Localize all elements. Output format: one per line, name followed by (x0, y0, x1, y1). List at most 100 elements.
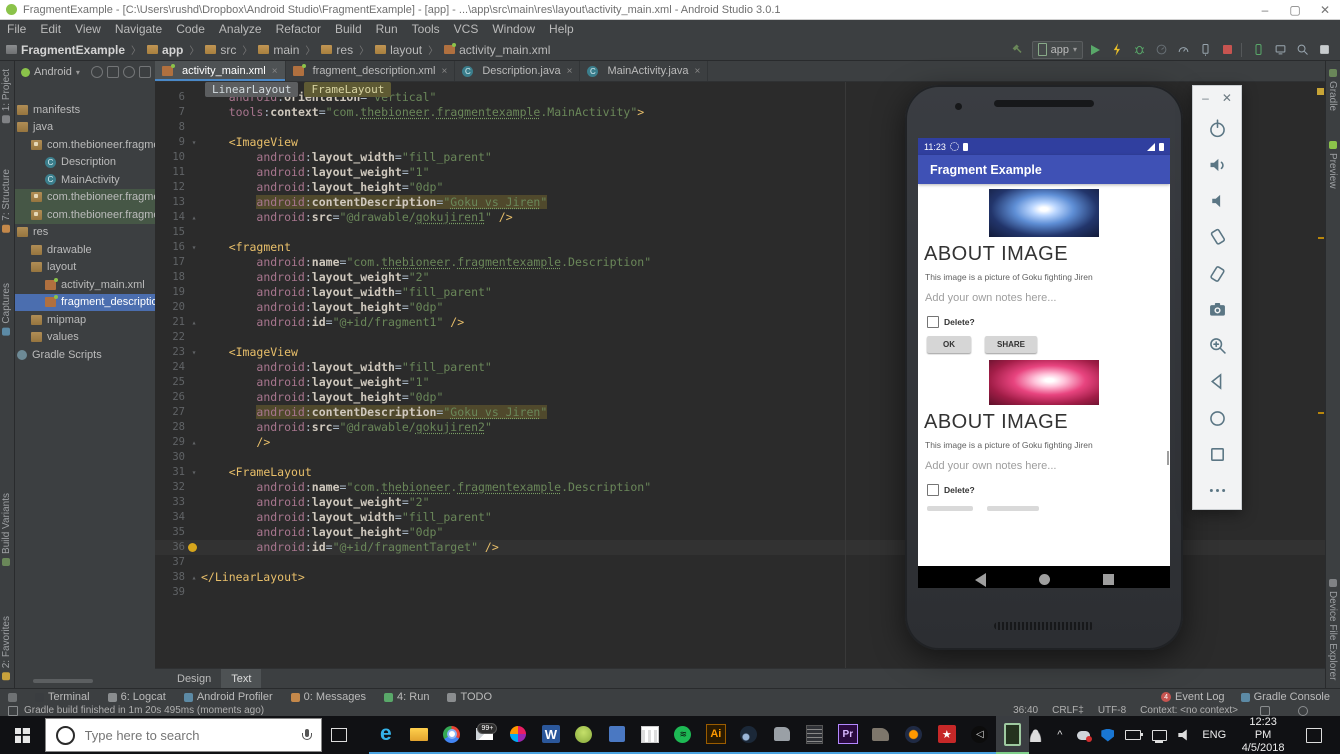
toolbar-search-everywhere-button[interactable] (1292, 41, 1312, 59)
toolwindow-4-run[interactable]: 4: Run (384, 691, 429, 703)
minimize-button[interactable]: – (1250, 0, 1280, 20)
tray-cloudx-icon[interactable] (1077, 730, 1093, 742)
taskbar-app-paint[interactable] (501, 716, 535, 754)
close-tab-icon[interactable]: × (567, 66, 573, 77)
taskbar-app-game-1[interactable] (765, 716, 799, 754)
emulator-minimize-button[interactable]: – (1202, 91, 1209, 105)
gradle-daemon-icon[interactable] (1298, 705, 1308, 716)
tray-network-icon[interactable] (1152, 729, 1168, 743)
tray-hidden-icons-icon[interactable]: ^ (1053, 729, 1066, 742)
taskbar-app-spotify[interactable]: ≋ (666, 716, 700, 754)
taskbar-app-game-2[interactable] (864, 716, 898, 754)
emulator-volume-up-button[interactable] (1192, 146, 1242, 182)
emulator-zoom-button[interactable] (1192, 328, 1242, 364)
tray-battery-icon[interactable] (1125, 730, 1144, 740)
stripe-item-1-project[interactable]: 1: Project (1, 69, 12, 124)
language-indicator[interactable]: ENG (1202, 729, 1226, 741)
microphone-icon[interactable] (302, 728, 313, 742)
tab-design[interactable]: Design (167, 669, 221, 688)
toolwindow-0-messages[interactable]: 0: Messages (290, 691, 366, 703)
breadcrumb-layout[interactable]: layout (375, 43, 422, 57)
toolbar-profiler-button[interactable] (1173, 41, 1193, 59)
toolbar-profile-button[interactable] (1151, 41, 1171, 59)
menu-navigate[interactable]: Navigate (108, 20, 169, 39)
toolbar-build-hammer-button[interactable] (1008, 41, 1028, 59)
taskbar-app-word[interactable]: W (534, 716, 568, 754)
checkbox-icon[interactable] (927, 484, 939, 496)
notes-input-1[interactable]: Add your own notes here... (925, 292, 1170, 304)
close-tab-icon[interactable]: × (695, 66, 701, 77)
breadcrumb-activity_main.xml[interactable]: activity_main.xml (444, 43, 550, 57)
taskbar-app-edge[interactable]: e (369, 716, 403, 754)
emulator-volume-down-button[interactable] (1192, 182, 1242, 218)
project-view-selector[interactable]: Android (34, 66, 72, 78)
status-message[interactable]: Gradle build finished in 1m 20s 495ms (m… (24, 705, 264, 716)
taskbar-app-media[interactable] (897, 716, 931, 754)
tree-item-com-thebioneer-fragmentexample[interactable]: com.thebioneer.fragmentexample (15, 136, 155, 154)
taskbar-app-android-studio[interactable] (567, 716, 601, 754)
emulator-overview-button[interactable] (1192, 436, 1242, 472)
delete-checkbox-2[interactable]: Delete? (927, 484, 1170, 496)
toolbar-avd-manager-button[interactable] (1248, 41, 1268, 59)
taskbar-clock[interactable]: 12:23 PM 4/5/2018 (1241, 716, 1285, 754)
close-tab-icon[interactable]: × (272, 66, 278, 77)
maximize-button[interactable]: ▢ (1280, 0, 1310, 20)
toolbar-attach-debugger-button[interactable] (1195, 41, 1215, 59)
stripe-item-2-favorites[interactable]: 2: Favorites (1, 616, 12, 680)
tree-item-values[interactable]: values (15, 329, 155, 347)
project-scrollbar[interactable] (33, 679, 93, 683)
emulator-home-button[interactable] (1192, 400, 1242, 436)
action-center-icon[interactable] (1306, 727, 1322, 743)
menu-file[interactable]: File (0, 20, 33, 39)
taskbar-app-calculator[interactable] (798, 716, 832, 754)
tree-item-com-thebioneer-fragmentexample[interactable]: com.thebioneer.fragmentexample (15, 188, 155, 206)
caret-position[interactable]: 36:40 (1013, 705, 1038, 716)
taskbar-app-premiere[interactable]: Pr (831, 716, 865, 754)
menu-view[interactable]: View (68, 20, 108, 39)
context-selector[interactable]: Context: <no context> (1140, 705, 1238, 716)
toolwindow-event-log[interactable]: 4 Event Log (1161, 691, 1225, 703)
breadcrumb-fragmentexample[interactable]: FragmentExample (6, 43, 125, 57)
stripe-item-preview[interactable]: Preview (1327, 141, 1338, 189)
toolwindow-android-profiler[interactable]: Android Profiler (183, 691, 273, 703)
tree-item-com-thebioneer-fragmentexample[interactable]: com.thebioneer.fragmentexample (15, 206, 155, 224)
toolwindow-todo[interactable]: TODO (447, 691, 492, 703)
run-config-selector[interactable]: app ▾ (1031, 40, 1083, 59)
toolwindow-6-logcat[interactable]: 6: Logcat (107, 691, 166, 703)
tree-item-fragment-description-xml[interactable]: fragment_description.xml (15, 293, 155, 311)
tree-item-layout[interactable]: layout (15, 259, 155, 277)
tree-item-res[interactable]: res (15, 224, 155, 242)
menu-code[interactable]: Code (169, 20, 212, 39)
emulator-screenshot-button[interactable] (1192, 291, 1242, 327)
checkbox-icon[interactable] (927, 316, 939, 328)
emulator-back-button[interactable] (1192, 364, 1242, 400)
taskbar-app-emulator[interactable] (996, 716, 1030, 754)
settings-gear-icon[interactable] (123, 66, 135, 78)
stripe-item-7-structure[interactable]: 7: Structure (1, 169, 12, 233)
menu-build[interactable]: Build (328, 20, 369, 39)
stripe-item-device-file-explorer[interactable]: Device File Explorer (1327, 578, 1338, 680)
encoding-selector[interactable]: UTF-8 (1098, 705, 1126, 716)
menu-help[interactable]: Help (542, 20, 581, 39)
toolbar-stop-button[interactable] (1217, 41, 1237, 59)
tab-fragment-description-xml[interactable]: fragment_description.xml × (286, 61, 456, 81)
menu-refactor[interactable]: Refactor (269, 20, 328, 39)
emulator-more-button[interactable] (1192, 473, 1242, 509)
tool-window-switcher-icon[interactable] (8, 692, 17, 702)
emulator-rotate-left-button[interactable] (1192, 219, 1242, 255)
tree-item-manifests[interactable]: manifests (15, 101, 155, 119)
menu-window[interactable]: Window (485, 20, 542, 39)
close-tab-icon[interactable]: × (441, 66, 447, 77)
tab-mainactivity-java[interactable]: C MainActivity.java × (580, 61, 709, 81)
recents-nav-icon[interactable] (1102, 574, 1114, 585)
delete-checkbox-1[interactable]: Delete? (927, 316, 1170, 328)
tree-item-activity-main-xml[interactable]: activity_main.xml (15, 276, 155, 294)
breadcrumb-app[interactable]: app (147, 43, 183, 57)
toolbar-debug-button[interactable] (1129, 41, 1149, 59)
taskbar-app-steam[interactable] (732, 716, 766, 754)
taskbar-app-unity[interactable]: ◁ (963, 716, 997, 754)
tray-people-icon[interactable] (1029, 728, 1043, 742)
menu-analyze[interactable]: Analyze (212, 20, 269, 39)
chip-framelayout[interactable]: FrameLayout (304, 82, 392, 97)
menu-vcs[interactable]: VCS (447, 20, 486, 39)
